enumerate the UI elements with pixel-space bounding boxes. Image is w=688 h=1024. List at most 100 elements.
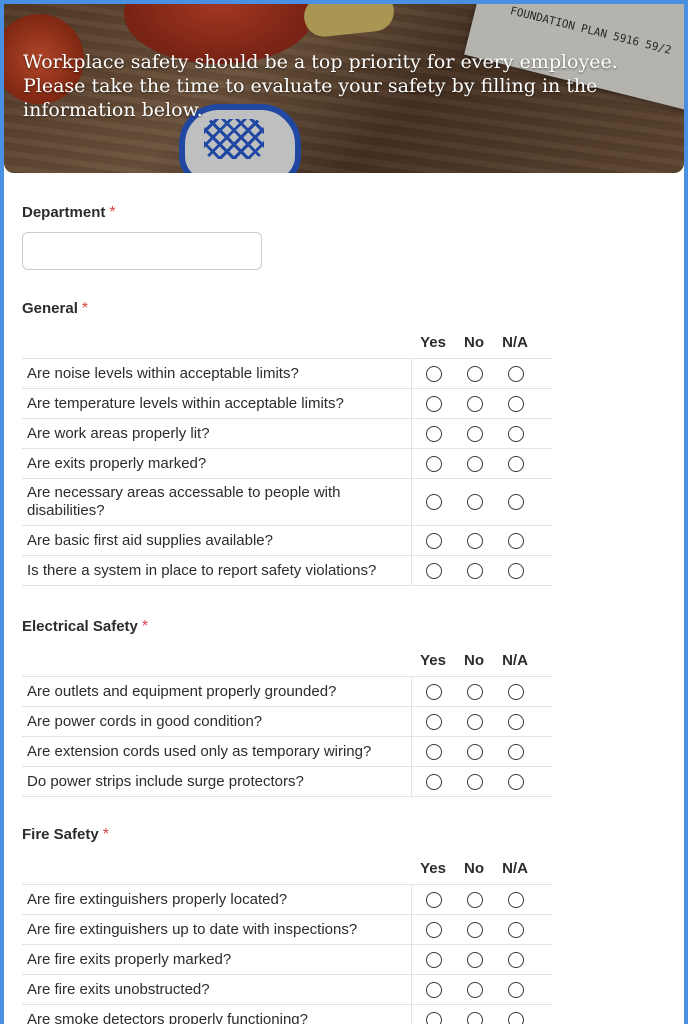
question-text: Are basic first aid supplies available?: [22, 526, 412, 555]
radio-yes[interactable]: [426, 532, 442, 549]
radio-no[interactable]: [467, 455, 483, 472]
column-header: No: [464, 334, 484, 351]
question-row: Are extension cords used only as tempora…: [22, 736, 552, 766]
radio-no[interactable]: [467, 773, 483, 790]
department-label: Department *: [22, 204, 116, 221]
radio-yes[interactable]: [426, 683, 442, 700]
column-header: N/A: [502, 334, 528, 351]
column-header: N/A: [502, 652, 528, 669]
question-text: Are fire extinguishers properly located?: [22, 885, 412, 914]
radio-na[interactable]: [508, 395, 524, 412]
section-title-general: General *: [22, 300, 89, 317]
question-text: Are temperature levels within acceptable…: [22, 389, 412, 418]
intro-text: Workplace safety should be a top priorit…: [23, 51, 618, 121]
question-matrix: Yes No N/A Are outlets and equipment proper…: [22, 646, 552, 797]
column-header: Yes: [420, 652, 446, 669]
department-input[interactable]: [22, 232, 262, 270]
matrix-header: Yes No N/A: [22, 854, 552, 884]
radio-na[interactable]: [508, 773, 524, 790]
radio-yes[interactable]: [426, 425, 442, 442]
radio-yes[interactable]: [426, 562, 442, 579]
radio-no[interactable]: [467, 683, 483, 700]
question-row: Are work areas properly lit?: [22, 418, 552, 448]
radio-yes[interactable]: [426, 1011, 442, 1024]
radio-no[interactable]: [467, 713, 483, 730]
radio-yes[interactable]: [426, 365, 442, 382]
form-page: FOUNDATION PLAN 5916 59/2 Workplace safe…: [4, 4, 684, 1024]
radio-yes[interactable]: [426, 921, 442, 938]
radio-na[interactable]: [508, 365, 524, 382]
radio-yes[interactable]: [426, 981, 442, 998]
header-banner: FOUNDATION PLAN 5916 59/2 Workplace safe…: [4, 4, 684, 173]
question-row: Are fire extinguishers properly located?: [22, 884, 552, 914]
question-text: Is there a system in place to report saf…: [22, 556, 412, 585]
radio-yes[interactable]: [426, 395, 442, 412]
question-text: Are fire exits unobstructed?: [22, 975, 412, 1004]
radio-no[interactable]: [467, 891, 483, 908]
radio-na[interactable]: [508, 425, 524, 442]
radio-na[interactable]: [508, 1011, 524, 1024]
radio-na[interactable]: [508, 743, 524, 760]
required-mark: *: [109, 204, 116, 221]
question-text: Are exits properly marked?: [22, 449, 412, 478]
radio-no[interactable]: [467, 951, 483, 968]
radio-na[interactable]: [508, 891, 524, 908]
radio-na[interactable]: [508, 532, 524, 549]
question-text: Do power strips include surge protectors…: [22, 767, 412, 796]
radio-no[interactable]: [467, 562, 483, 579]
section-title-fire-safety: Fire Safety *: [22, 826, 109, 843]
radio-no[interactable]: [467, 1011, 483, 1024]
column-header: Yes: [420, 860, 446, 877]
question-row: Are exits properly marked?: [22, 448, 552, 478]
question-text: Are extension cords used only as tempora…: [22, 737, 412, 766]
question-row: Are fire exits properly marked?: [22, 944, 552, 974]
radio-yes[interactable]: [426, 455, 442, 472]
question-text: Are necessary areas accessable to people…: [22, 479, 412, 525]
radio-na[interactable]: [508, 494, 524, 510]
question-row: Are temperature levels within acceptable…: [22, 388, 552, 418]
question-row: Do power strips include surge protectors…: [22, 766, 552, 797]
question-row: Are outlets and equipment properly groun…: [22, 676, 552, 706]
radio-yes[interactable]: [426, 891, 442, 908]
question-row: Are fire extinguishers up to date with i…: [22, 914, 552, 944]
column-header: N/A: [502, 860, 528, 877]
radio-yes[interactable]: [426, 743, 442, 760]
radio-no[interactable]: [467, 532, 483, 549]
radio-yes[interactable]: [426, 951, 442, 968]
radio-no[interactable]: [467, 425, 483, 442]
radio-na[interactable]: [508, 562, 524, 579]
question-text: Are outlets and equipment properly groun…: [22, 677, 412, 706]
column-header: No: [464, 860, 484, 877]
radio-no[interactable]: [467, 981, 483, 998]
radio-no[interactable]: [467, 743, 483, 760]
question-row: Are basic first aid supplies available?: [22, 525, 552, 555]
radio-na[interactable]: [508, 455, 524, 472]
radio-na[interactable]: [508, 921, 524, 938]
question-text: Are work areas properly lit?: [22, 419, 412, 448]
radio-yes[interactable]: [426, 773, 442, 790]
question-matrix: Yes No N/A Are fire extinguishers properly …: [22, 854, 552, 1024]
radio-no[interactable]: [467, 921, 483, 938]
radio-na[interactable]: [508, 981, 524, 998]
question-text: Are smoke detectors properly functioning…: [22, 1005, 412, 1024]
required-mark: *: [102, 826, 109, 843]
required-mark: *: [141, 618, 149, 635]
question-row: Is there a system in place to report saf…: [22, 555, 552, 586]
radio-na[interactable]: [508, 951, 524, 968]
radio-na[interactable]: [508, 713, 524, 730]
question-matrix: Yes No N/A Are noise levels within acceptab…: [22, 328, 552, 586]
matrix-header: Yes No N/A: [22, 328, 552, 358]
question-row: Are power cords in good condition?: [22, 706, 552, 736]
radio-no[interactable]: [467, 494, 483, 510]
radio-yes[interactable]: [426, 494, 442, 510]
question-row: Are fire exits unobstructed?: [22, 974, 552, 1004]
radio-no[interactable]: [467, 365, 483, 382]
question-row: Are smoke detectors properly functioning…: [22, 1004, 552, 1024]
question-text: Are noise levels within acceptable limit…: [22, 359, 412, 388]
question-text: Are fire extinguishers up to date with i…: [22, 915, 412, 944]
column-header: No: [464, 652, 484, 669]
required-mark: *: [81, 300, 89, 317]
radio-yes[interactable]: [426, 713, 442, 730]
radio-na[interactable]: [508, 683, 524, 700]
radio-no[interactable]: [467, 395, 483, 412]
